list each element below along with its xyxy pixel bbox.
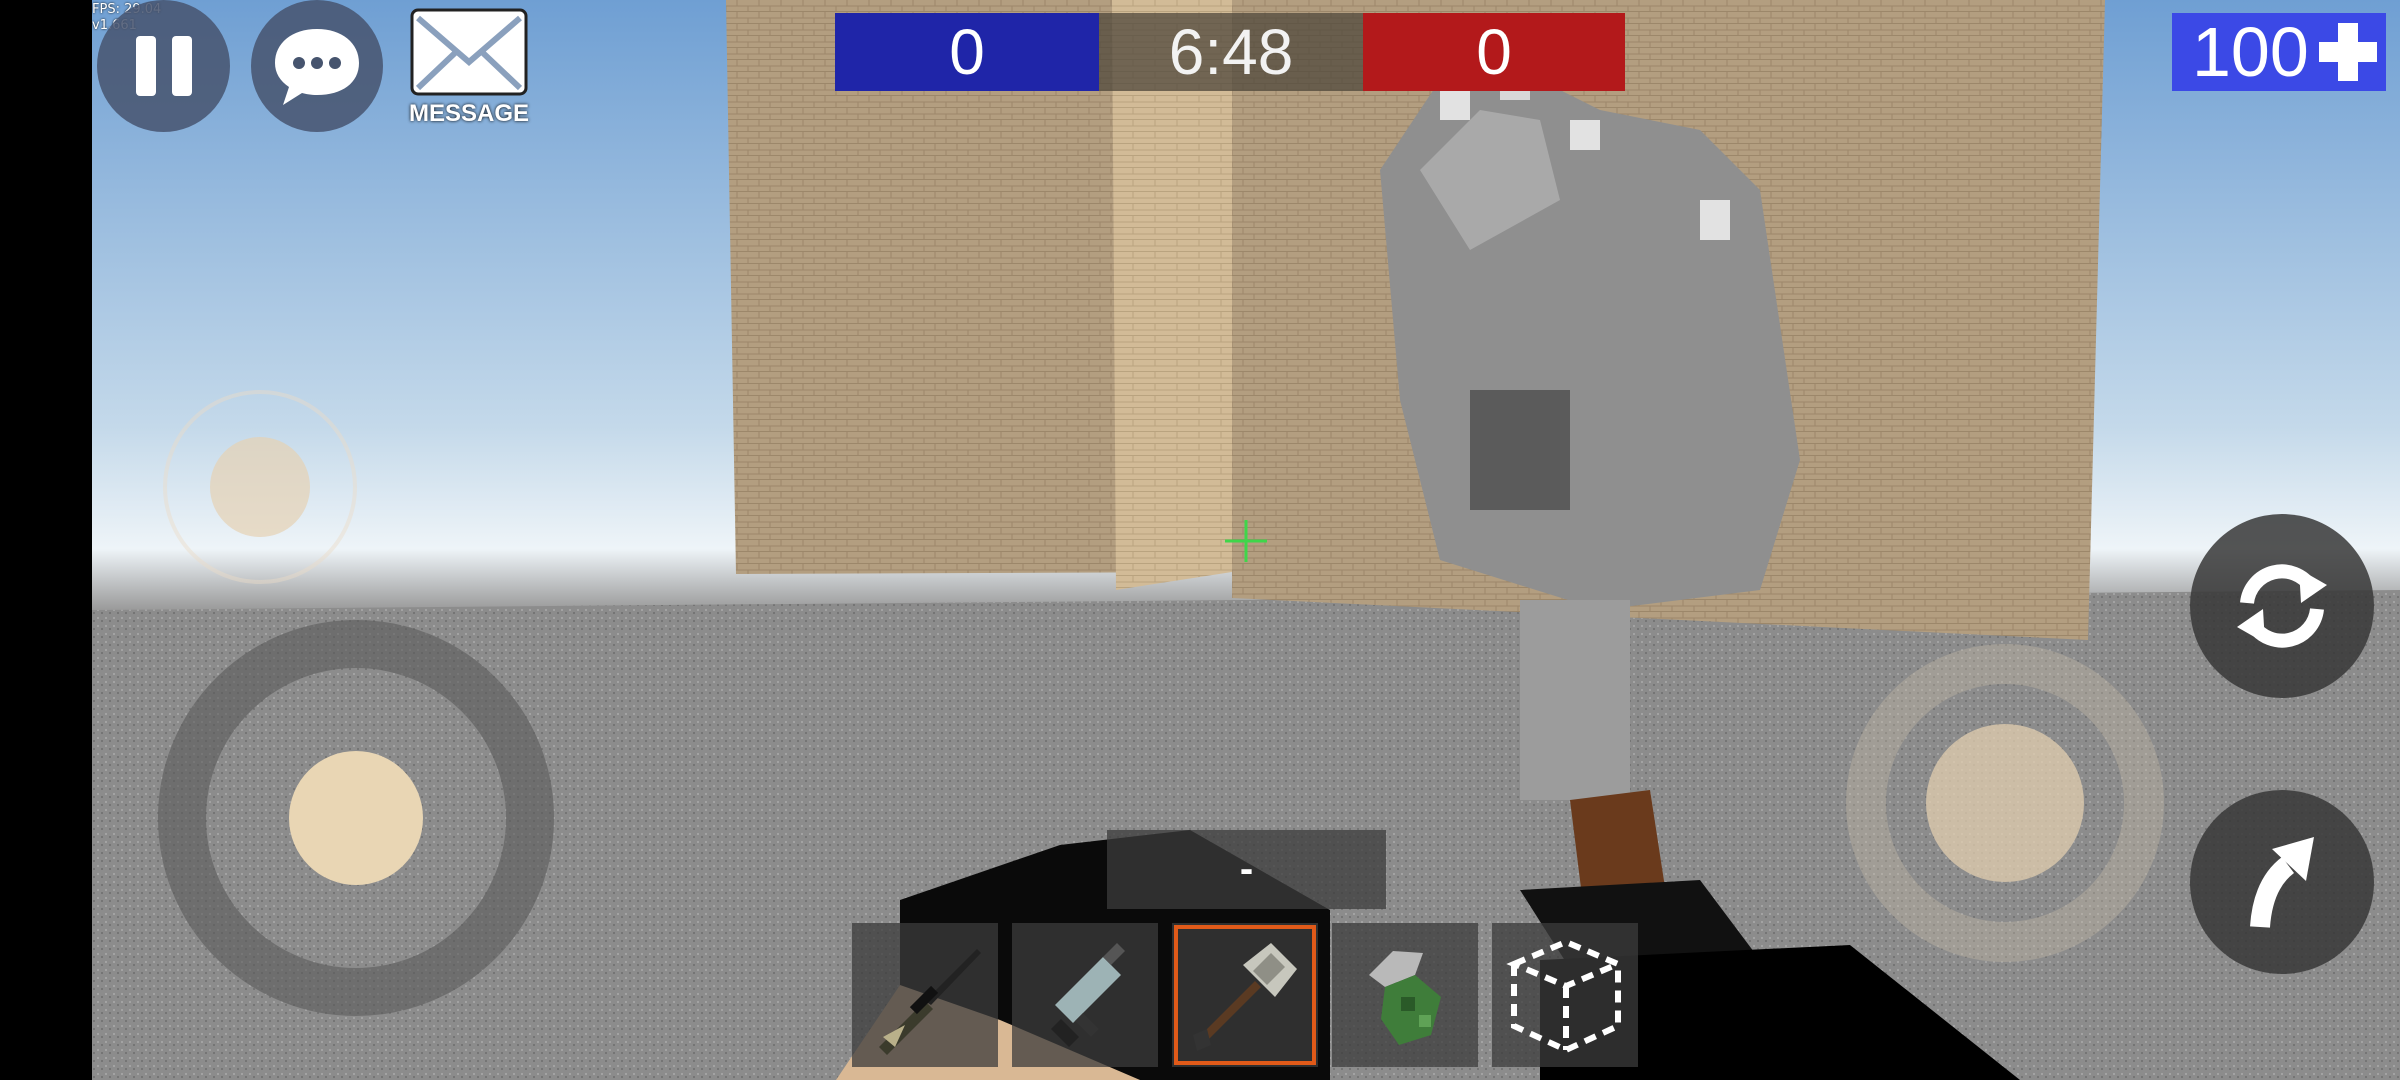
move-joystick-ring[interactable] — [158, 620, 554, 1016]
jump-button[interactable] — [2190, 790, 2374, 974]
fire-joystick-ring[interactable] — [1846, 644, 2164, 962]
hotbar-slot-2[interactable] — [1012, 923, 1158, 1067]
grenade-icon — [1369, 951, 1441, 1045]
look-joystick-ring[interactable] — [163, 390, 357, 584]
pause-button[interactable] — [97, 0, 230, 132]
look-joystick-knob[interactable] — [210, 437, 310, 537]
jump-arrow-icon — [2250, 837, 2314, 928]
pause-icon — [135, 36, 192, 96]
blue-team-score: 0 — [835, 13, 1099, 91]
chat-button[interactable] — [251, 0, 383, 132]
move-joystick-knob[interactable] — [289, 751, 423, 885]
message-button[interactable]: MESSAGE — [404, 4, 534, 130]
match-timer: 6:48 — [1099, 13, 1363, 91]
hotbar-slot-4[interactable] — [1332, 923, 1478, 1067]
red-team-score: 0 — [1363, 13, 1625, 91]
envelope-icon — [410, 8, 528, 96]
reload-icon — [2237, 564, 2327, 648]
plus-icon — [2318, 23, 2377, 81]
health-display: 100 — [2172, 13, 2386, 91]
reload-button[interactable] — [2190, 514, 2374, 698]
sniper-rifle-icon — [879, 949, 981, 1055]
hotbar-slot-5[interactable] — [1492, 923, 1638, 1067]
message-label: MESSAGE — [408, 100, 530, 127]
hotbar-slot-1[interactable] — [852, 923, 998, 1067]
ammo-display: - — [1107, 830, 1386, 909]
smg-icon — [1051, 943, 1125, 1047]
build-block-icon — [1506, 938, 1626, 1054]
war-hammer-icon — [1193, 943, 1297, 1051]
hotbar-slot-3[interactable] — [1172, 923, 1318, 1067]
chat-bubble-icon — [275, 29, 359, 105]
health-value: 100 — [2192, 13, 2309, 91]
fire-joystick-knob[interactable] — [1926, 724, 2084, 882]
